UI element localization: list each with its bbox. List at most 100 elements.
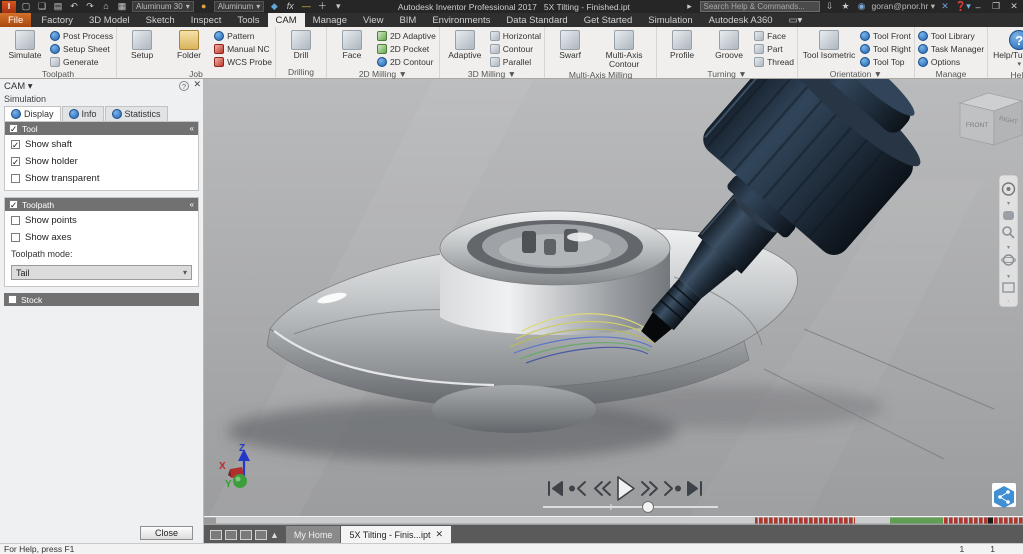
toolpath-mode-select[interactable]: Tail▾	[11, 265, 192, 280]
chevron-down-icon[interactable]: ▾	[1007, 245, 1010, 251]
tab-get-started[interactable]: Get Started	[576, 13, 641, 27]
show-transparent-row[interactable]: Show transparent	[11, 173, 192, 184]
tab-environments[interactable]: Environments	[424, 13, 498, 27]
2d-contour-button[interactable]: 2D Contour	[377, 56, 436, 68]
tab-simulation[interactable]: Simulation	[640, 13, 700, 27]
show-holder-checkbox[interactable]	[11, 157, 20, 166]
new-file-icon[interactable]: ▢	[20, 1, 32, 12]
panel-help-icon[interactable]: ?	[179, 81, 189, 91]
tool-isometric-button[interactable]: Tool Isometric	[801, 28, 857, 68]
tool-group-header[interactable]: Tool «	[5, 122, 198, 135]
tab-statistics[interactable]: Statistics	[105, 106, 168, 121]
options-button[interactable]: Options	[918, 56, 984, 68]
qat-customize-icon[interactable]: ▾	[332, 1, 344, 12]
simulation-timeline[interactable]	[204, 516, 1023, 524]
tab-factory[interactable]: Factory	[33, 13, 81, 27]
collapse-chevron-icon[interactable]: «	[190, 124, 194, 133]
manual-nc-button[interactable]: Manual NC	[214, 43, 272, 55]
adaptive-button[interactable]: Adaptive	[443, 28, 487, 68]
multi-axis-contour-button[interactable]: Multi-Axis Contour	[595, 28, 653, 69]
generate-button[interactable]: Generate	[50, 56, 113, 68]
task-manager-button[interactable]: Task Manager	[918, 43, 984, 55]
panel-close-button[interactable]: Close	[140, 526, 193, 540]
tab-data-standard[interactable]: Data Standard	[498, 13, 575, 27]
toolpath-group-header[interactable]: Toolpath «	[5, 198, 198, 211]
collapse-chevron-icon[interactable]: «	[190, 200, 194, 209]
close-window-button[interactable]: ✕	[1007, 1, 1021, 12]
show-points-row[interactable]: Show points	[11, 215, 192, 226]
tool-library-button[interactable]: Tool Library	[918, 30, 984, 42]
adjust-icon[interactable]: ◆	[268, 1, 280, 12]
profile-button[interactable]: Profile	[660, 28, 704, 68]
contour-button[interactable]: Contour	[490, 43, 541, 55]
tab-sketch[interactable]: Sketch	[138, 13, 183, 27]
chevron-down-icon[interactable]: ▾	[1007, 201, 1010, 207]
view-cube[interactable]: FRONT RIGHT	[960, 93, 1022, 145]
tab-file[interactable]: File	[0, 13, 31, 27]
home-icon[interactable]: ⌂	[100, 1, 112, 12]
nav-more-icon[interactable]: ◦	[1007, 299, 1009, 305]
tab-document[interactable]: 5X Tilting - Finis...ipt✕	[341, 526, 451, 543]
tool-group-checkbox[interactable]	[9, 124, 18, 133]
tile-windows-icon[interactable]	[225, 530, 237, 540]
help-menu-icon[interactable]: ❓▾	[955, 1, 967, 12]
fx-parameters-icon[interactable]: fx	[284, 1, 296, 12]
parallel-button[interactable]: Parallel	[490, 56, 541, 68]
wcs-probe-button[interactable]: WCS Probe	[214, 56, 272, 68]
ribbon-appearance-icon[interactable]: ▭▾	[781, 13, 811, 27]
setup-sheet-button[interactable]: Setup Sheet	[50, 43, 113, 55]
tool-top-button[interactable]: Tool Top	[860, 56, 911, 68]
2d-pocket-button[interactable]: 2D Pocket	[377, 43, 436, 55]
horizontal-button[interactable]: Horizontal	[490, 30, 541, 42]
timeline-position-marker[interactable]	[988, 518, 993, 524]
redo-icon[interactable]: ↷	[84, 1, 96, 12]
drill-button[interactable]: Drill	[279, 28, 323, 66]
minimize-button[interactable]: –	[971, 2, 985, 12]
search-input[interactable]	[700, 1, 820, 12]
tab-bim[interactable]: BIM	[391, 13, 424, 27]
tool-right-button[interactable]: Tool Right	[860, 43, 911, 55]
graphics-viewport[interactable]: FRONT RIGHT ▾ ▾ ▾ ◦	[204, 79, 1023, 523]
show-holder-row[interactable]: Show holder	[11, 156, 192, 167]
material-style-dropdown[interactable]: Aluminum 30▾	[132, 1, 194, 12]
cascade-windows-icon[interactable]	[210, 530, 222, 540]
show-shaft-checkbox[interactable]	[11, 140, 20, 149]
tab-display[interactable]: Display	[4, 106, 61, 121]
undo-icon[interactable]: ↶	[68, 1, 80, 12]
groove-button[interactable]: Groove	[707, 28, 751, 68]
open-icon[interactable]: ❏	[36, 1, 48, 12]
slider-thumb[interactable]	[643, 502, 654, 513]
help-tutorials-button[interactable]: ?Help/Tutorials▾	[991, 28, 1023, 69]
user-avatar-icon[interactable]: ◉	[856, 1, 868, 12]
show-axes-row[interactable]: Show axes	[11, 232, 192, 243]
2d-adaptive-button[interactable]: 2D Adaptive	[377, 30, 436, 42]
tab-my-home[interactable]: My Home	[286, 526, 341, 543]
panel-close-icon[interactable]: ✕	[193, 79, 201, 90]
simulate-button[interactable]: Simulate	[3, 28, 47, 68]
chevron-down-icon[interactable]: ▾	[1007, 274, 1010, 280]
pattern-button[interactable]: Pattern	[214, 30, 272, 42]
tab-cam[interactable]: CAM	[268, 13, 305, 27]
tab-info[interactable]: Info	[62, 106, 104, 121]
search-arrow-icon[interactable]: ▸	[684, 1, 696, 12]
show-shaft-row[interactable]: Show shaft	[11, 139, 192, 150]
panel-title-dropdown[interactable]: CAM ▾	[4, 81, 33, 92]
stock-group-checkbox[interactable]	[8, 295, 17, 304]
swarf-button[interactable]: Swarf	[548, 28, 592, 69]
horizontal-split-icon[interactable]	[240, 530, 252, 540]
face-button[interactable]: Face	[330, 28, 374, 68]
inventor-logo-icon[interactable]: I	[2, 1, 16, 13]
save-icon[interactable]: ▤	[52, 1, 64, 12]
pan-hand-icon[interactable]	[1003, 211, 1014, 220]
tool-front-button[interactable]: Tool Front	[860, 30, 911, 42]
viewcube-front-face[interactable]: FRONT	[966, 122, 988, 129]
setup-button[interactable]: Setup	[120, 28, 164, 68]
appearance-dropdown[interactable]: Aluminum▾	[214, 1, 265, 12]
toolpath-group-checkbox[interactable]	[9, 200, 18, 209]
stock-group-header[interactable]: Stock	[4, 293, 199, 306]
show-transparent-checkbox[interactable]	[11, 174, 20, 183]
a360-x-icon[interactable]: ✕	[939, 1, 951, 12]
show-axes-checkbox[interactable]	[11, 233, 20, 242]
share-badge[interactable]	[992, 483, 1016, 508]
tab-view[interactable]: View	[355, 13, 391, 27]
